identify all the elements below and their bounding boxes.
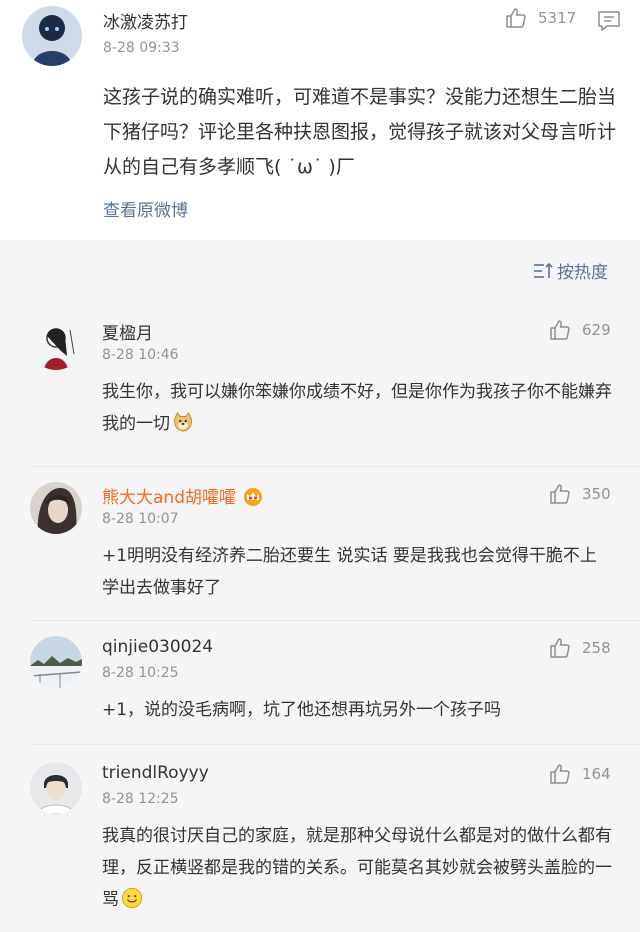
- comment-time: 8-28 10:07: [102, 511, 179, 527]
- avatar-image: [30, 318, 82, 370]
- like-button[interactable]: 5317: [504, 6, 576, 30]
- smile-emoji-icon: [121, 887, 143, 909]
- thumbs-up-icon: [550, 484, 570, 504]
- avatar-image: [30, 636, 82, 688]
- avatar-image: [22, 6, 82, 66]
- like-count: 629: [582, 321, 611, 339]
- thumbs-up-icon: [506, 8, 526, 28]
- sort-by-hot-button[interactable]: 按热度: [533, 258, 608, 283]
- divider: [30, 620, 640, 621]
- username[interactable]: 夏楹月: [102, 319, 153, 344]
- avatar[interactable]: [30, 762, 82, 814]
- main-post: 冰激凌苏打 8-28 09:33 5317 这孩子说的确实难听，可难道不是事实？…: [0, 0, 640, 240]
- like-count: 350: [582, 485, 611, 503]
- username[interactable]: 熊大大and胡嚯嚯: [102, 483, 264, 508]
- like-count: 164: [582, 765, 611, 783]
- comment-time: 8-28 10:25: [102, 665, 179, 681]
- divider: [30, 466, 640, 467]
- divider: [30, 744, 640, 745]
- comment-text: +1明明没有经济养二胎还要生 说实话 要是我我也会觉得干脆不上学出去做事好了: [102, 546, 597, 598]
- comment-time: 8-28 10:46: [102, 347, 179, 363]
- view-original-link[interactable]: 查看原微博: [103, 196, 188, 221]
- post-text: 这孩子说的确实难听，可难道不是事实？没能力还想生二胎当下猪仔吗？评论里各种扶恩图…: [103, 86, 617, 178]
- comment-text: +1，说的没毛病啊，坑了他还想再坑另外一个孩子吗: [102, 700, 502, 720]
- comment-text-block: 我真的很讨厌自己的家庭，就是那种父母说什么都是对的做什么都有理，反正横竖都是我的…: [102, 820, 612, 916]
- thumbs-up-icon: [550, 638, 570, 658]
- username[interactable]: qinjie030024: [102, 637, 213, 657]
- avatar[interactable]: [30, 318, 82, 370]
- vip-crown-icon: [243, 488, 262, 506]
- like-button[interactable]: 629: [548, 318, 611, 342]
- like-button[interactable]: 350: [548, 482, 611, 506]
- thumbs-up-icon: [550, 764, 570, 784]
- username-text: 熊大大and胡嚯嚯: [102, 488, 236, 508]
- avatar[interactable]: [30, 636, 82, 688]
- comment-button[interactable]: [597, 10, 621, 36]
- avatar-image: [30, 482, 82, 534]
- username[interactable]: 冰激凌苏打: [103, 8, 188, 33]
- thumbs-up-icon: [550, 320, 570, 340]
- doge-emoji-icon: [174, 411, 192, 432]
- like-button[interactable]: 258: [548, 636, 611, 660]
- comment-text: 我真的很讨厌自己的家庭，就是那种父母说什么都是对的做什么都有理，反正横竖都是我的…: [102, 826, 612, 910]
- sort-label: 按热度: [557, 263, 608, 283]
- like-button[interactable]: 164: [548, 762, 611, 786]
- like-count: 258: [582, 639, 611, 657]
- avatar[interactable]: [22, 6, 82, 66]
- sort-icon: [534, 262, 553, 278]
- comment-text-block: 我生你，我可以嫌你笨嫌你成绩不好，但是你作为我孩子你不能嫌弃我的一切: [102, 376, 612, 440]
- post-time: 8-28 09:33: [103, 40, 180, 56]
- avatar[interactable]: [30, 482, 82, 534]
- avatar-image: [30, 762, 82, 814]
- comment-time: 8-28 12:25: [102, 791, 179, 807]
- comment-icon: [598, 11, 620, 31]
- username[interactable]: triendlRoyyy: [102, 763, 209, 783]
- like-count: 5317: [538, 9, 577, 27]
